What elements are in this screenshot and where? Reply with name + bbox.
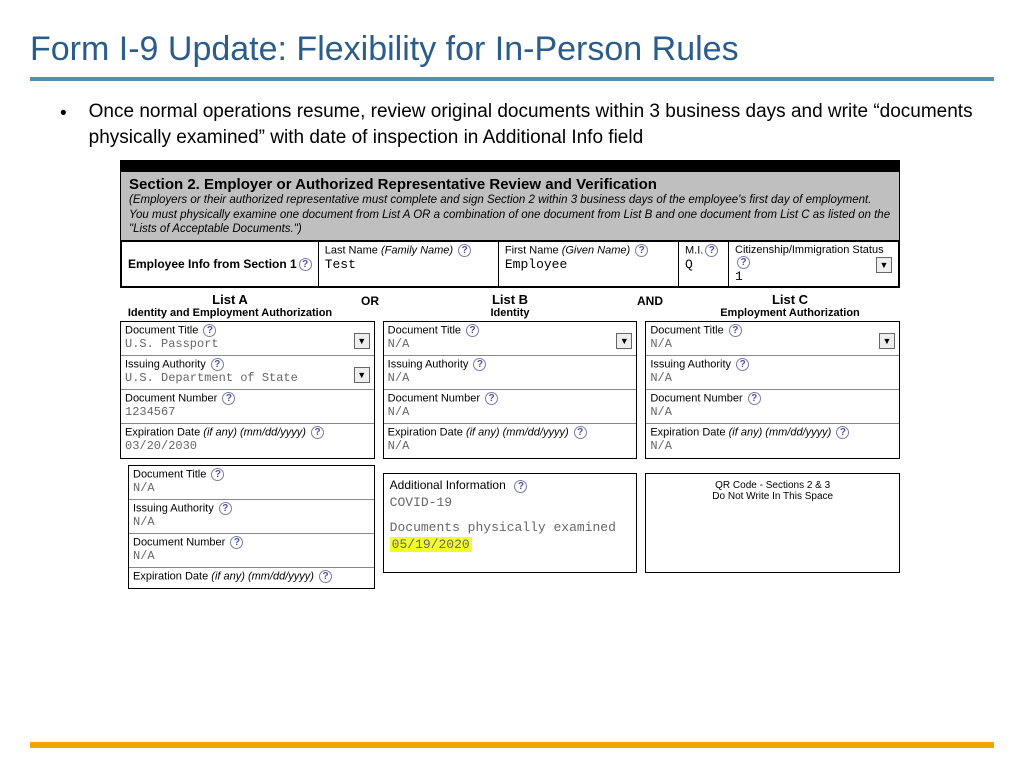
list-a-block2: Document Title ? N/A Issuing Authority ?… (128, 465, 375, 589)
mi-cell: M.I.? Q (678, 242, 728, 286)
list-b-heading: List B (400, 292, 620, 307)
list-a2-doc-number: N/A (133, 549, 370, 563)
mi-value: Q (685, 257, 722, 272)
chevron-down-icon[interactable]: ▼ (354, 367, 370, 383)
last-name-value: Test (325, 257, 492, 272)
help-icon[interactable]: ? (230, 536, 243, 549)
list-b-sub: Identity (400, 307, 620, 319)
help-icon[interactable]: ? (203, 324, 216, 337)
form-i9-screenshot: Section 2. Employer or Authorized Repres… (120, 160, 900, 589)
chevron-down-icon[interactable]: ▼ (879, 333, 895, 349)
list-a-sub: Identity and Employment Authorization (120, 307, 340, 319)
footer-bar (30, 742, 994, 748)
list-c-doc-title: N/A (650, 337, 895, 351)
and-label: AND (620, 292, 680, 319)
help-icon[interactable]: ? (748, 392, 761, 405)
chevron-down-icon[interactable]: ▼ (354, 333, 370, 349)
list-a-block1: Document Title ?▼ U.S. Passport Issuing … (120, 321, 375, 459)
additional-info-box: Additional Information ? COVID-19 Docume… (383, 473, 638, 573)
list-columns: Document Title ?▼ U.S. Passport Issuing … (120, 321, 900, 589)
black-bar (120, 160, 900, 172)
list-a1-doc-title: U.S. Passport (125, 337, 370, 351)
qr-line1: QR Code - Sections 2 & 3 (652, 480, 893, 491)
help-icon[interactable]: ? (729, 324, 742, 337)
help-icon[interactable]: ? (458, 244, 471, 257)
section2-title: Section 2. Employer or Authorized Repres… (129, 176, 891, 193)
list-b-exp-date: N/A (388, 439, 633, 453)
first-name-value: Employee (505, 257, 672, 272)
list-b-doc-number: N/A (388, 405, 633, 419)
help-icon[interactable]: ? (222, 392, 235, 405)
list-c-block: Document Title ?▼ N/A Issuing Authority … (645, 321, 900, 459)
list-a-heading: List A (120, 292, 340, 307)
section2-instructions: (Employers or their authorized represent… (129, 193, 891, 236)
list-b-block: Document Title ?▼ N/A Issuing Authority … (383, 321, 638, 459)
help-icon[interactable]: ? (635, 244, 648, 257)
help-icon[interactable]: ? (574, 426, 587, 439)
slide-title: Form I-9 Update: Flexibility for In-Pers… (0, 0, 1024, 77)
list-c-exp-date: N/A (650, 439, 895, 453)
list-c-heading: List C (680, 292, 900, 307)
list-b-issuing-auth: N/A (388, 371, 633, 385)
help-icon[interactable]: ? (473, 358, 486, 371)
citizenship-value: 1 (735, 269, 892, 284)
title-underline (30, 77, 994, 81)
list-c-sub: Employment Authorization (680, 307, 900, 319)
bullet-block: • Once normal operations resume, review … (0, 99, 1024, 150)
additional-info-date-highlight: 05/19/2020 (390, 537, 472, 552)
list-b-doc-title: N/A (388, 337, 633, 351)
section2-header: Section 2. Employer or Authorized Repres… (120, 172, 900, 240)
help-icon[interactable]: ? (211, 468, 224, 481)
help-icon[interactable]: ? (211, 358, 224, 371)
help-icon[interactable]: ? (705, 244, 718, 257)
help-icon[interactable]: ? (299, 258, 312, 271)
list-a1-exp-date: 03/20/2030 (125, 439, 370, 453)
first-name-cell: First Name (Given Name) ? Employee (498, 242, 678, 286)
help-icon[interactable]: ? (836, 426, 849, 439)
citizenship-cell: Citizenship/Immigration Status?▼ 1 (728, 242, 898, 286)
bullet-dot-icon: • (60, 101, 67, 127)
help-icon[interactable]: ? (736, 358, 749, 371)
qr-code-box: QR Code - Sections 2 & 3 Do Not Write In… (645, 473, 900, 573)
additional-info-line2: Documents physically examined (390, 520, 631, 535)
list-a2-doc-title: N/A (133, 481, 370, 495)
chevron-down-icon[interactable]: ▼ (876, 257, 892, 273)
help-icon[interactable]: ? (737, 256, 750, 269)
list-headers: List A Identity and Employment Authoriza… (120, 288, 900, 321)
last-name-cell: Last Name (Family Name) ? Test (318, 242, 498, 286)
or-label: OR (340, 292, 400, 319)
help-icon[interactable]: ? (485, 392, 498, 405)
employee-info-row: Employee Info from Section 1 ? Last Name… (120, 240, 900, 288)
list-c-issuing-auth: N/A (650, 371, 895, 385)
help-icon[interactable]: ? (311, 426, 324, 439)
help-icon[interactable]: ? (466, 324, 479, 337)
qr-line2: Do Not Write In This Space (652, 491, 893, 502)
chevron-down-icon[interactable]: ▼ (616, 333, 632, 349)
help-icon[interactable]: ? (219, 502, 232, 515)
employee-info-lead: Employee Info from Section 1 ? (122, 242, 318, 286)
list-a1-doc-number: 1234567 (125, 405, 370, 419)
bullet-text: Once normal operations resume, review or… (89, 99, 984, 150)
list-c-doc-number: N/A (650, 405, 895, 419)
list-a1-issuing-auth: U.S. Department of State (125, 371, 370, 385)
help-icon[interactable]: ? (514, 480, 527, 493)
list-a2-issuing-auth: N/A (133, 515, 370, 529)
additional-info-line1: COVID-19 (390, 495, 631, 510)
help-icon[interactable]: ? (319, 570, 332, 583)
